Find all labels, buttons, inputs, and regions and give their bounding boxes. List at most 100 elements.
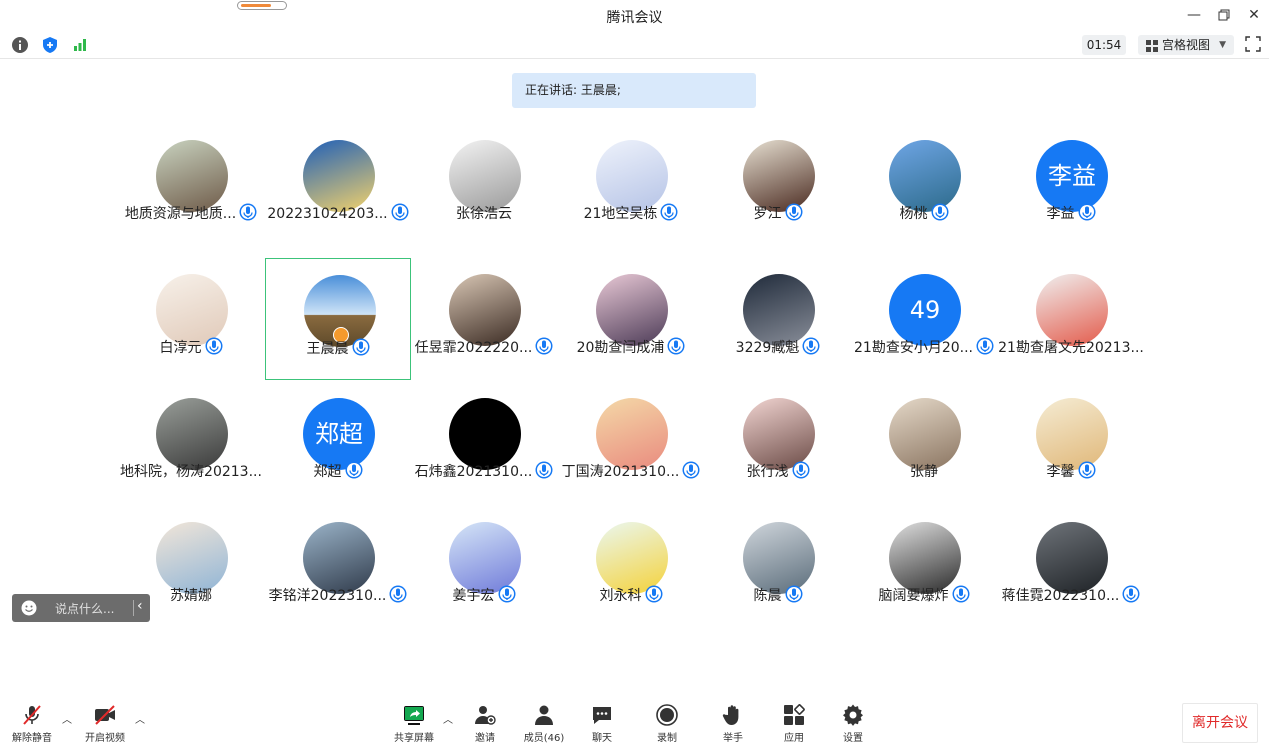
mic-icon — [802, 337, 820, 355]
participant-name: 丁国涛2021310... — [561, 464, 680, 480]
avatar — [743, 522, 815, 594]
participant-name: 郑超 — [313, 464, 342, 480]
participant-tile[interactable]: 任昱霏2022220... — [411, 258, 557, 380]
mic-icon — [391, 203, 409, 221]
audio-options-caret-icon[interactable]: ︿ — [62, 711, 72, 726]
settings-button[interactable]: 设置 — [825, 701, 881, 745]
participant-name-row: 3229臧魁 — [705, 337, 851, 357]
members-icon — [535, 705, 553, 725]
raise-hand-button[interactable]: 举手 — [705, 701, 761, 745]
participant-tile[interactable]: 张静 — [851, 382, 997, 504]
avatar — [449, 398, 521, 470]
settings-label: 设置 — [843, 733, 863, 744]
minimize-icon[interactable]: — — [1182, 4, 1206, 26]
grid-view-selector[interactable]: 宫格视图 ▼ — [1138, 35, 1234, 55]
meeting-timer: 01:54 — [1082, 35, 1126, 55]
participant-tile[interactable]: 张行浅 — [705, 382, 851, 504]
avatar — [303, 522, 375, 594]
participant-tile[interactable]: 丁国涛2021310... — [558, 382, 704, 504]
participant-name-row: 地质资源与地质... — [118, 203, 264, 223]
participant-tile[interactable]: 202231024203... — [265, 124, 411, 246]
mic-icon — [785, 585, 803, 603]
participant-name-row: 脑阔要爆炸 — [851, 585, 997, 605]
avatar — [596, 522, 668, 594]
share-screen-button[interactable]: 共享屏幕 — [386, 701, 442, 745]
participant-tile[interactable]: 49 21勘查安小月20... — [851, 258, 997, 380]
avatar — [1036, 522, 1108, 594]
participant-tile[interactable]: 地质资源与地质... — [118, 124, 264, 246]
participant-tile[interactable]: 李铭洋2022310... — [265, 506, 411, 628]
bottom-control-bar: 解除静音 ︿ 开启视频 ︿ 共享屏幕 ︿ 邀请 成员(46) 聊天 录制 举手 … — [0, 695, 1269, 748]
participant-tile[interactable]: 21勘查屠文先20213... — [998, 258, 1144, 380]
emoji-icon[interactable] — [21, 600, 37, 616]
leave-meeting-button[interactable]: 离开会议 — [1182, 703, 1258, 743]
close-icon[interactable]: ✕ — [1242, 4, 1266, 26]
share-options-caret-icon[interactable]: ︿ — [443, 711, 453, 726]
participant-name: 脑阔要爆炸 — [878, 588, 949, 604]
video-options-caret-icon[interactable]: ︿ — [135, 711, 145, 726]
participant-name: 白淳元 — [159, 340, 202, 356]
mic-icon — [682, 461, 700, 479]
participant-name: 蒋佳霓2022310... — [1001, 588, 1120, 604]
grid-view-icon — [1146, 40, 1158, 52]
members-button[interactable]: 成员(46) — [516, 701, 572, 745]
avatar — [596, 398, 668, 470]
avatar — [449, 522, 521, 594]
participant-name-row: 石炜鑫2021310... — [411, 461, 557, 481]
participant-name-row: 任昱霏2022220... — [411, 337, 557, 357]
unmute-button[interactable]: 解除静音 — [4, 701, 60, 745]
mic-icon — [498, 585, 516, 603]
participant-tile[interactable]: 李益 李益 — [998, 124, 1144, 246]
participant-tile[interactable]: 李馨 — [998, 382, 1144, 504]
participant-name: 21勘查安小月20... — [854, 340, 973, 356]
info-icon[interactable] — [11, 36, 29, 54]
chat-button[interactable]: 聊天 — [574, 701, 630, 745]
video-off-icon — [95, 705, 115, 725]
participant-name: 地科院，杨涛20213... — [120, 464, 262, 480]
chat-quick-input[interactable]: 说点什么... ‹ — [12, 594, 150, 622]
security-shield-icon[interactable] — [41, 36, 59, 54]
invite-button[interactable]: 邀请 — [457, 701, 513, 745]
participant-name-row: 李益 — [998, 203, 1144, 223]
participant-tile[interactable]: 罗江 — [705, 124, 851, 246]
participant-tile[interactable]: 白淳元 — [118, 258, 264, 380]
participant-name-row: 李铭洋2022310... — [265, 585, 411, 605]
participant-tile[interactable]: 蒋佳霓2022310... — [998, 506, 1144, 628]
participant-name-row: 陈晨 — [705, 585, 851, 605]
collapse-chevron-icon[interactable]: ‹ — [137, 598, 143, 614]
participant-tile[interactable]: 陈晨 — [705, 506, 851, 628]
participant-tile[interactable]: 20勘查闫成浦 — [558, 258, 704, 380]
apps-label: 应用 — [784, 733, 804, 744]
participant-name-row: 202231024203... — [265, 203, 411, 222]
participant-tile[interactable]: 王晨晨 — [265, 258, 411, 380]
participant-name: 李铭洋2022310... — [268, 588, 387, 604]
mic-icon — [352, 338, 370, 356]
start-video-button[interactable]: 开启视频 — [77, 701, 133, 745]
participant-name: 张行浅 — [746, 464, 789, 480]
raise-hand-icon — [722, 705, 739, 725]
participant-tile[interactable]: 3229臧魁 — [705, 258, 851, 380]
participant-tile[interactable]: 石炜鑫2021310... — [411, 382, 557, 504]
participant-tile[interactable]: 姜宇宏 — [411, 506, 557, 628]
signal-strength-icon[interactable] — [71, 36, 89, 54]
restore-icon[interactable] — [1212, 4, 1236, 26]
participant-tile[interactable]: 郑超 郑超 — [265, 382, 411, 504]
gear-icon — [843, 704, 863, 726]
participant-tile[interactable]: 地科院，杨涛20213... — [118, 382, 264, 504]
avatar — [1036, 274, 1108, 346]
mic-icon — [535, 337, 553, 355]
avatar — [889, 398, 961, 470]
mic-icon — [667, 337, 685, 355]
mic-muted-icon — [23, 705, 41, 725]
speaking-text: 正在讲话: 王晨晨; — [525, 83, 621, 97]
participant-tile[interactable]: 刘永科 — [558, 506, 704, 628]
avatar — [596, 140, 668, 212]
participant-tile[interactable]: 脑阔要爆炸 — [851, 506, 997, 628]
record-button[interactable]: 录制 — [639, 701, 695, 745]
share-screen-icon — [404, 706, 424, 725]
fullscreen-icon[interactable] — [1245, 36, 1261, 52]
participant-tile[interactable]: 21地空吴栋 — [558, 124, 704, 246]
apps-button[interactable]: 应用 — [766, 701, 822, 745]
participant-tile[interactable]: 杨桃 — [851, 124, 997, 246]
participant-tile[interactable]: 张徐浩云 — [411, 124, 557, 246]
